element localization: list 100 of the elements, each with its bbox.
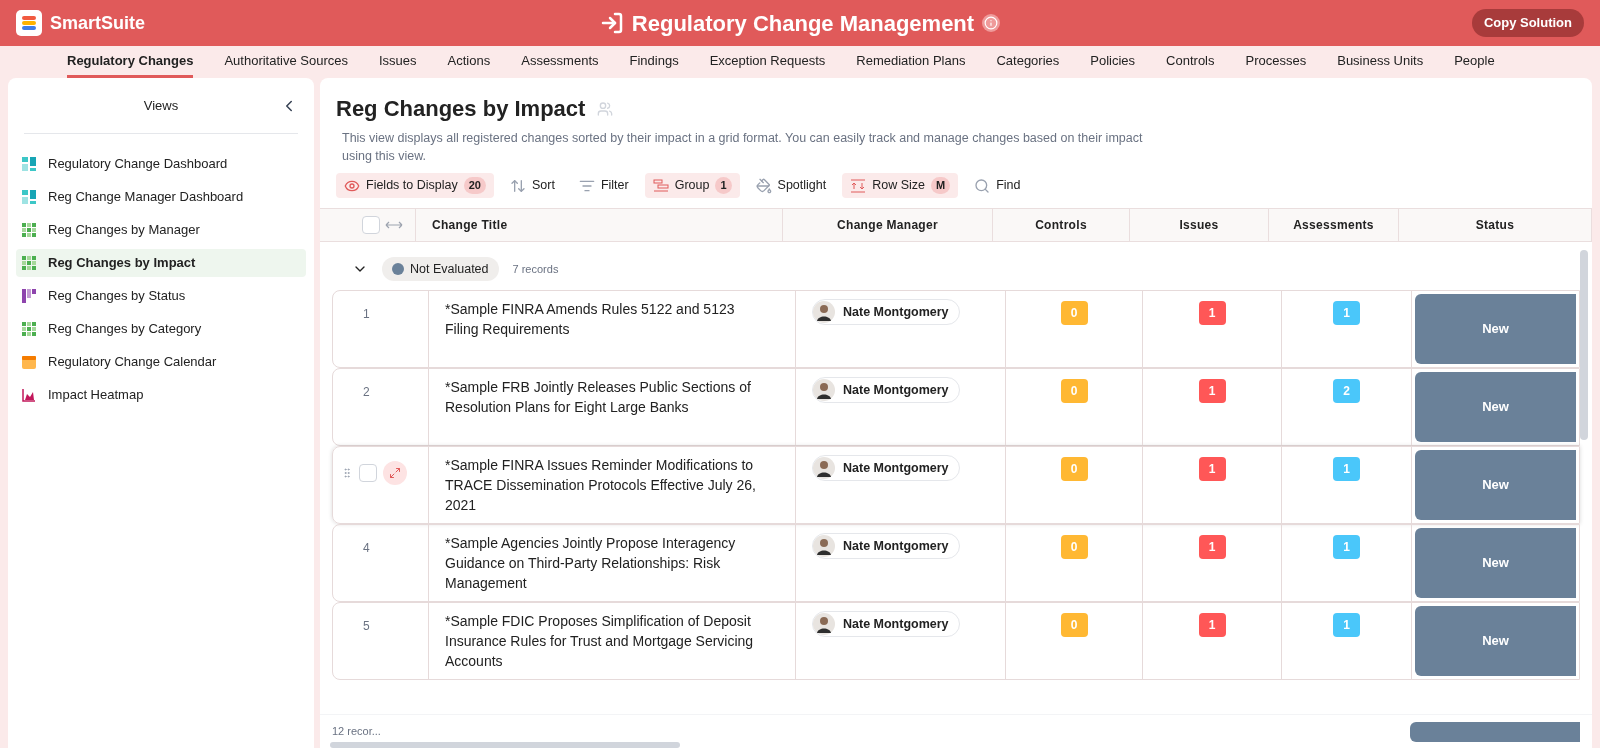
status-cell[interactable]: New bbox=[1415, 294, 1576, 364]
column-header[interactable]: Change Title bbox=[432, 216, 508, 234]
dashboard-icon bbox=[22, 190, 36, 204]
avatar-icon bbox=[813, 301, 835, 323]
row-checkbox[interactable] bbox=[359, 464, 377, 482]
view-item[interactable]: Regulatory Change Dashboard bbox=[16, 150, 306, 178]
table-row[interactable]: 2 *Sample FRB Jointly Releases Public Sections of Resolution Plans for Eight Large Banks Nate Montgomery 0 1 2 New bbox=[332, 368, 1580, 446]
status-cell[interactable]: New bbox=[1415, 606, 1576, 676]
resize-icon bbox=[385, 221, 403, 229]
select-all-checkbox[interactable] bbox=[362, 216, 380, 234]
row-height-icon bbox=[850, 178, 867, 193]
table-row[interactable]: 4 *Sample Agencies Jointly Propose Interagency Guidance on Third-Party Relationships: Risk Management Nate Montgomery 0 1 1 New bbox=[332, 524, 1580, 602]
nav-tab[interactable]: Actions bbox=[447, 46, 491, 78]
nav-tab[interactable]: Findings bbox=[629, 46, 679, 78]
change-title-cell-text: *Sample Agencies Jointly Propose Interagency Guidance on Third-Party Relationships: Risk Management bbox=[445, 534, 737, 593]
assessments-count: 1 bbox=[1333, 301, 1360, 325]
toolbar-button[interactable]: Fields to Display 20 bbox=[336, 173, 494, 198]
record-count: 7 records bbox=[512, 261, 559, 277]
avatar-icon bbox=[813, 379, 835, 401]
sidebar-title: Views bbox=[143, 96, 179, 115]
nav-tab[interactable]: Issues bbox=[379, 46, 417, 78]
sort-icon bbox=[509, 177, 526, 194]
search-icon bbox=[974, 177, 991, 194]
assessments-count: 1 bbox=[1333, 535, 1360, 559]
solution-title: Regulatory Change Management bbox=[631, 9, 975, 38]
avatar-icon bbox=[813, 613, 835, 635]
nav-tab[interactable]: Authoritative Sources bbox=[224, 46, 348, 78]
nav-tab[interactable]: Remediation Plans bbox=[856, 46, 966, 78]
group-icon bbox=[652, 178, 669, 193]
group-label: Not Evaluated bbox=[382, 257, 499, 281]
toolbar-button[interactable]: Spotlight bbox=[747, 173, 835, 198]
view-item[interactable]: Reg Changes by Status bbox=[16, 282, 306, 310]
avatar-icon bbox=[813, 457, 835, 479]
status-cell[interactable]: New bbox=[1415, 450, 1576, 520]
row-number: 4 bbox=[363, 540, 370, 557]
change-title-cell-text: *Sample FINRA Amends Rules 5122 and 5123 Filing Requirements bbox=[445, 300, 736, 339]
row-number: 2 bbox=[363, 384, 370, 401]
dashboard-icon bbox=[22, 157, 36, 171]
count-badge: 1 bbox=[715, 177, 732, 194]
row-number: 5 bbox=[363, 618, 370, 635]
view-title: Reg Changes by Impact bbox=[336, 95, 586, 123]
issues-count: 1 bbox=[1198, 535, 1226, 559]
nav-tab[interactable]: Exception Requests bbox=[709, 46, 826, 78]
view-item[interactable]: Reg Changes by Category bbox=[16, 315, 306, 343]
info-icon bbox=[982, 14, 1001, 32]
count-badge: 20 bbox=[463, 177, 486, 194]
view-item[interactable]: Reg Changes by Impact bbox=[16, 249, 306, 277]
row-number: 1 bbox=[363, 306, 370, 323]
sign-in-icon bbox=[599, 11, 624, 35]
controls-count: 0 bbox=[1060, 457, 1088, 481]
table-row[interactable]: 1 *Sample FINRA Amends Rules 5122 and 5123 Filing Requirements Nate Montgomery 0 1 1 New bbox=[332, 290, 1580, 368]
controls-count: 0 bbox=[1060, 535, 1088, 559]
assessments-count: 2 bbox=[1333, 379, 1360, 403]
kanban-icon bbox=[22, 289, 36, 303]
toolbar-button[interactable]: Filter bbox=[570, 173, 637, 198]
view-item[interactable]: Reg Change Manager Dashboard bbox=[16, 183, 306, 211]
toolbar-button[interactable]: Group 1 bbox=[644, 173, 740, 198]
column-header[interactable]: Assessments bbox=[1293, 216, 1374, 234]
table-row[interactable]: 5 *Sample FDIC Proposes Simplification of Deposit Insurance Rules for Trust and Mortgage Servicing Accounts Nate Montgomery 0 1 1 New bbox=[332, 602, 1580, 680]
controls-count: 0 bbox=[1060, 301, 1088, 325]
issues-count: 1 bbox=[1198, 613, 1226, 637]
view-item[interactable]: Regulatory Change Calendar bbox=[16, 348, 306, 376]
nav-tab[interactable]: People bbox=[1454, 46, 1495, 78]
avatar-icon bbox=[813, 535, 835, 557]
column-header[interactable]: Issues bbox=[1179, 216, 1219, 234]
table-row[interactable]: *Sample FINRA Issues Reminder Modifications to TRACE Dissemination Protocols Effective July 26, 2021 Nate Montgomery 0 1 1 New bbox=[332, 446, 1580, 524]
grid-icon bbox=[22, 223, 36, 237]
column-header[interactable]: Controls bbox=[1035, 216, 1087, 234]
app-name: SmartSuite bbox=[50, 11, 146, 35]
view-item[interactable]: Impact Heatmap bbox=[16, 381, 306, 409]
copy-solution-button[interactable]: Copy Solution bbox=[1471, 9, 1584, 37]
nav-tab[interactable]: Categories bbox=[996, 46, 1060, 78]
count-badge: M bbox=[931, 177, 951, 194]
column-header[interactable]: Status bbox=[1475, 216, 1515, 234]
view-description: This view displays all registered changes sorted by their impact in a grid format. You can easily track and manage changes based on their impact using this view. bbox=[342, 130, 1144, 165]
column-header[interactable]: Change Manager bbox=[837, 216, 938, 234]
status-cell[interactable]: New bbox=[1415, 528, 1576, 598]
assessments-count: 1 bbox=[1333, 613, 1360, 637]
drag-handle-icon[interactable] bbox=[341, 467, 353, 479]
controls-count: 0 bbox=[1060, 379, 1088, 403]
expand-record-button[interactable] bbox=[383, 461, 407, 485]
toolbar-button[interactable]: Find bbox=[966, 173, 1029, 198]
toolbar-button[interactable]: Sort bbox=[501, 173, 563, 198]
issues-count: 1 bbox=[1198, 301, 1226, 325]
nav-tab[interactable]: Policies bbox=[1090, 46, 1136, 78]
status-cell[interactable]: New bbox=[1415, 372, 1576, 442]
nav-tab[interactable]: Controls bbox=[1166, 46, 1215, 78]
issues-count: 1 bbox=[1198, 457, 1226, 481]
nav-tab[interactable]: Processes bbox=[1245, 46, 1307, 78]
nav-tab[interactable]: Business Units bbox=[1337, 46, 1424, 78]
record-total: 12 recor... bbox=[332, 724, 381, 740]
toolbar-button[interactable]: Row Size M bbox=[842, 173, 959, 198]
paint-bucket-icon bbox=[755, 177, 772, 194]
assessments-count: 1 bbox=[1333, 457, 1360, 481]
change-title-cell-text: *Sample FRB Jointly Releases Public Sections of Resolution Plans for Eight Large Banks bbox=[445, 378, 752, 417]
chart-icon bbox=[22, 388, 36, 402]
nav-tab[interactable]: Assessments bbox=[521, 46, 599, 78]
change-title-cell-text: *Sample FINRA Issues Reminder Modifications to TRACE Dissemination Protocols Effective July 26, 2021 bbox=[445, 456, 757, 515]
view-item[interactable]: Reg Changes by Manager bbox=[16, 216, 306, 244]
expand-icon bbox=[389, 467, 401, 479]
